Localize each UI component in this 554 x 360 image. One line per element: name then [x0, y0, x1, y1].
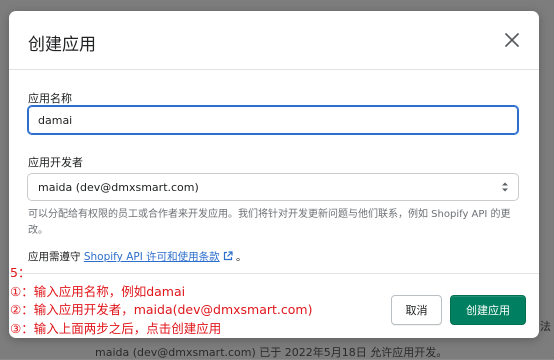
developer-help-text: 可以分配给有权限的员工或合作者来开发应用。我们将针对开发更新问题与他们联系，例如… — [28, 209, 511, 236]
cancel-button[interactable]: 取消 — [391, 295, 442, 325]
annotation-step: 5： — [10, 265, 31, 280]
select-arrows-icon — [502, 182, 508, 192]
terms-prefix: 应用需遵守 — [28, 251, 84, 263]
close-icon[interactable] — [498, 26, 526, 54]
terms-suffix: 。 — [232, 251, 247, 263]
close-button[interactable] — [498, 26, 526, 54]
developer-select[interactable]: maida (dev@dmxsmart.com) — [27, 173, 519, 201]
modal-header: 创建应用 — [9, 11, 539, 70]
developer-select-value: maida (dev@dmxsmart.com) — [38, 181, 199, 194]
annotation-line-2: ②：输入应用开发者，maida(dev@dmxsmart.com) — [10, 302, 313, 317]
background-edge-text: 法 — [540, 320, 551, 333]
developer-label: 应用开发者 — [28, 156, 83, 169]
external-link-icon — [223, 251, 233, 261]
annotation-line-3: ③：输入上面两步之后，点击创建应用 — [10, 321, 222, 336]
background-footer-text: maida (dev@dmxsmart.com) 已于 2022年5月18日 允… — [95, 346, 448, 359]
app-name-label: 应用名称 — [28, 92, 72, 105]
annotation-line-1: ①：输入应用名称，例如damai — [10, 284, 186, 299]
terms-line: 应用需遵守 Shopify API 许可和使用条款 。 — [28, 249, 247, 264]
app-name-input[interactable] — [27, 105, 519, 135]
footer-divider — [9, 273, 539, 274]
create-app-button[interactable]: 创建应用 — [450, 295, 526, 325]
terms-link[interactable]: Shopify API 许可和使用条款 — [84, 251, 220, 263]
modal-title: 创建应用 — [28, 35, 96, 55]
